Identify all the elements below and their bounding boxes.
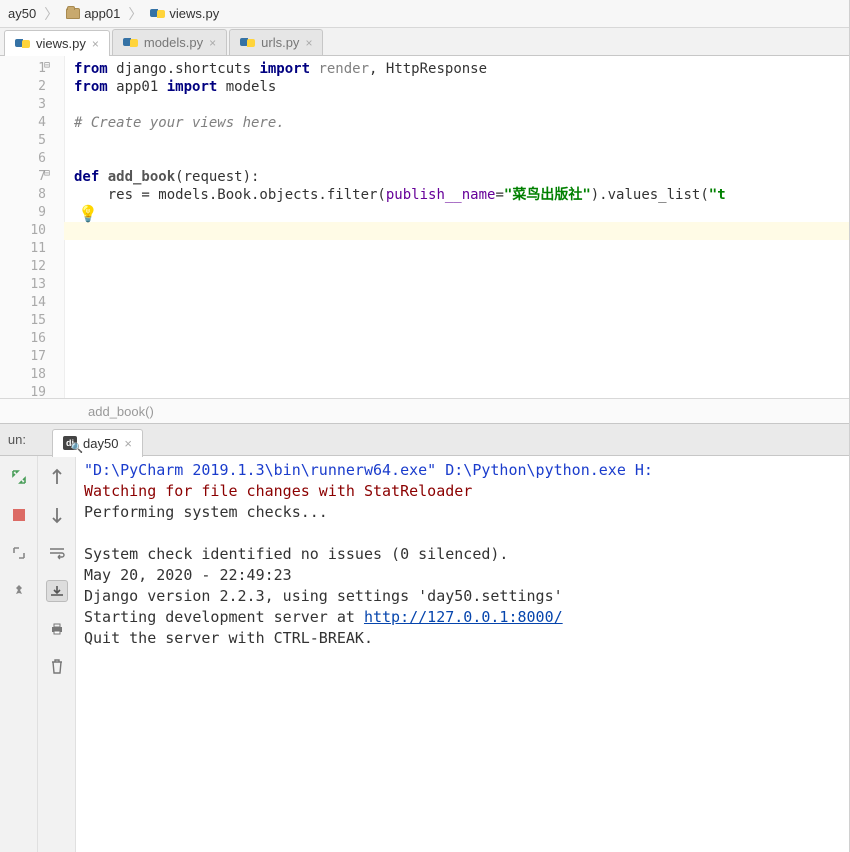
soft-wrap-button[interactable]	[46, 542, 68, 564]
django-run-icon: dj	[63, 436, 77, 450]
editor-gutter: ⊟ ⊟ 12345678910111213141516171819	[0, 56, 64, 398]
close-icon[interactable]: ×	[305, 36, 312, 50]
function-path: add_book()	[0, 398, 849, 424]
up-button[interactable]	[46, 466, 68, 488]
close-icon[interactable]: ×	[124, 436, 132, 451]
pin-button[interactable]	[8, 580, 30, 602]
editor-tabs: views.py × models.py × urls.py ×	[0, 28, 849, 56]
run-label: un:	[0, 432, 38, 447]
scroll-to-end-button[interactable]	[46, 580, 68, 602]
current-line-highlight	[64, 222, 849, 240]
breadcrumb: ay50 〉 app01 〉 views.py	[0, 0, 849, 28]
folder-label: app01	[84, 6, 120, 21]
python-file-icon	[15, 36, 30, 51]
run-tab-label: day50	[83, 436, 118, 451]
chevron-right-icon: 〉	[42, 4, 60, 24]
down-button[interactable]	[46, 504, 68, 526]
close-icon[interactable]: ×	[92, 37, 99, 51]
run-config-tab[interactable]: dj day50 ×	[52, 429, 143, 457]
chevron-right-icon: 〉	[126, 4, 144, 24]
close-icon[interactable]: ×	[209, 36, 216, 50]
run-toolbar-right	[38, 456, 76, 852]
tab-label: urls.py	[261, 35, 299, 50]
stop-icon	[13, 509, 25, 521]
trash-button[interactable]	[46, 656, 68, 678]
crumb-folder[interactable]: app01	[62, 3, 124, 25]
crumb-file[interactable]: views.py	[146, 3, 223, 25]
tab-models[interactable]: models.py ×	[112, 29, 227, 55]
print-button[interactable]	[46, 618, 68, 640]
root-label: ay50	[8, 6, 36, 21]
fold-icon[interactable]: ⊟	[44, 60, 50, 71]
tab-views[interactable]: views.py ×	[4, 30, 110, 56]
console-output[interactable]: "D:\PyCharm 2019.1.3\bin\runnerw64.exe" …	[76, 456, 849, 852]
server-url-link[interactable]: http://127.0.0.1:8000/	[364, 608, 563, 626]
tab-label: models.py	[144, 35, 203, 50]
python-file-icon	[123, 35, 138, 50]
run-toolwindow-header: un: dj day50 ×	[0, 424, 849, 456]
fold-icon[interactable]: ⊟	[44, 168, 50, 179]
folder-icon	[66, 8, 80, 19]
stop-button[interactable]	[8, 504, 30, 526]
tab-label: views.py	[36, 36, 86, 51]
python-file-icon	[240, 35, 255, 50]
crumb-root[interactable]: ay50	[4, 3, 40, 25]
file-label: views.py	[169, 6, 219, 21]
run-toolbar-left	[0, 456, 38, 852]
run-toolwindow-body: "D:\PyCharm 2019.1.3\bin\runnerw64.exe" …	[0, 456, 849, 852]
code-editor[interactable]: ⊟ ⊟ 12345678910111213141516171819 💡 from…	[0, 56, 849, 398]
python-file-icon	[150, 6, 165, 21]
restart-button[interactable]	[8, 542, 30, 564]
tab-urls[interactable]: urls.py ×	[229, 29, 323, 55]
rerun-button[interactable]	[8, 466, 30, 488]
intention-bulb-icon[interactable]: 💡	[78, 204, 94, 220]
